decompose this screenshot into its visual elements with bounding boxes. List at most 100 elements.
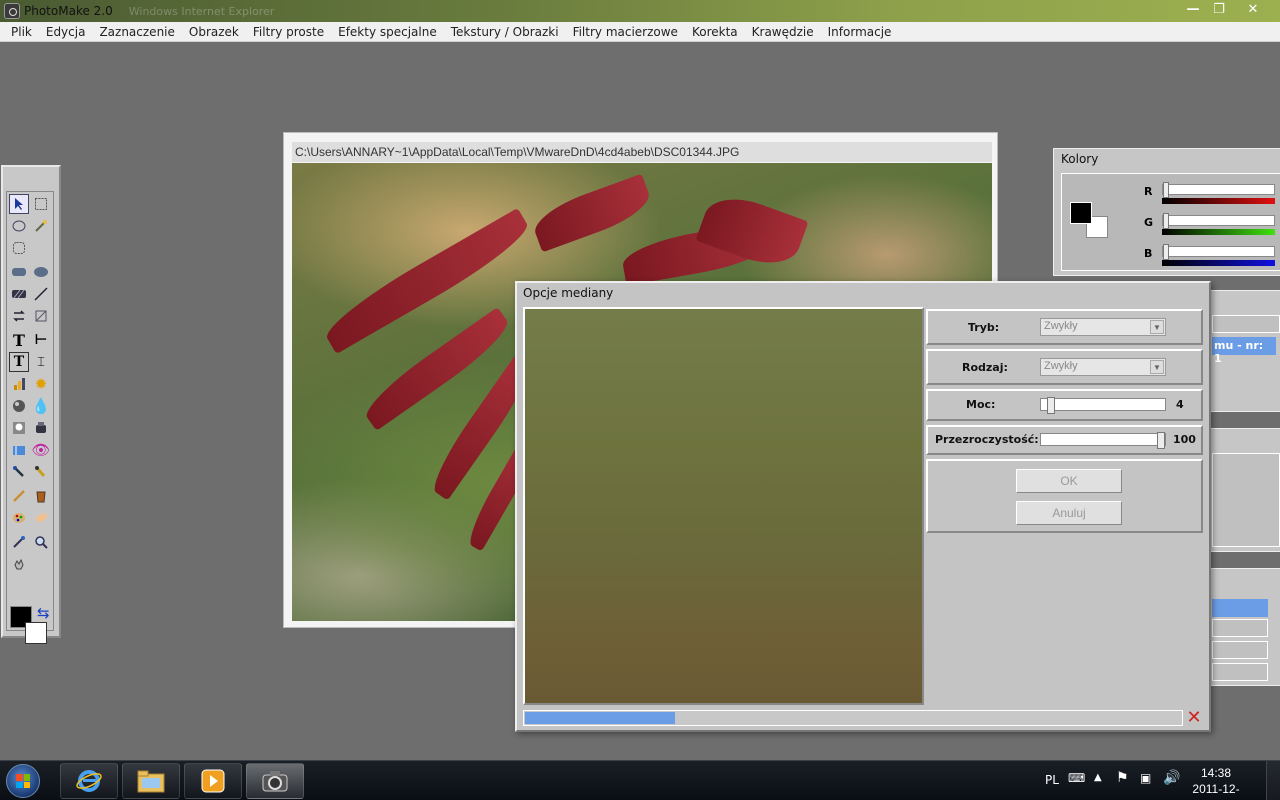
app-camera-icon: [4, 3, 20, 19]
swap-colors-icon[interactable]: ⇆: [37, 604, 50, 622]
media-player-icon[interactable]: [184, 763, 242, 799]
opacity-slider-thumb[interactable]: [1157, 432, 1165, 449]
menu-special-effects[interactable]: Efekty specjalne: [331, 25, 444, 39]
pen-tool-icon[interactable]: [9, 462, 29, 482]
menu-correction[interactable]: Korekta: [685, 25, 745, 39]
kind-row: Rodzaj: Zwykły ▼: [926, 349, 1203, 385]
green-slider-thumb[interactable]: [1163, 213, 1169, 229]
dialog-close-icon[interactable]: ✕: [1185, 709, 1203, 727]
ellipse-tool-icon[interactable]: [31, 262, 51, 282]
kind-select[interactable]: Zwykły ▼: [1040, 358, 1166, 376]
rounded-rect-tool-icon[interactable]: [9, 262, 29, 282]
red-slider-thumb[interactable]: [1163, 182, 1169, 198]
red-slider[interactable]: [1162, 184, 1275, 195]
language-indicator[interactable]: PL: [1045, 773, 1059, 787]
hand-tool-icon[interactable]: [9, 554, 29, 574]
action-center-flag-icon[interactable]: ⚑: [1116, 770, 1129, 786]
show-desktop-button[interactable]: [1266, 761, 1280, 800]
histogram-tool-icon[interactable]: [9, 374, 29, 394]
magic-wand-tool-icon[interactable]: [31, 216, 51, 236]
resize-tool-icon[interactable]: ⌶: [31, 352, 51, 372]
green-channel-row: G 0: [1132, 213, 1278, 241]
green-slider[interactable]: [1162, 215, 1275, 226]
menu-bar: Plik Edycja Zaznaczenie Obrazek Filtry p…: [0, 22, 1280, 42]
navigator-row[interactable]: [1212, 663, 1268, 681]
menu-file[interactable]: Plik: [4, 25, 39, 39]
pattern-fill-tool-icon[interactable]: [9, 284, 29, 304]
eraser-tool-icon[interactable]: [31, 508, 51, 528]
history-item-selected[interactable]: mu - nr: 1: [1212, 337, 1276, 365]
image-path: C:\Users\ANNARY~1\AppData\Local\Temp\VMw…: [292, 142, 992, 162]
menu-selection[interactable]: Zaznaczenie: [92, 25, 181, 39]
menu-image[interactable]: Obrazek: [182, 25, 246, 39]
palette-tool-icon[interactable]: [9, 508, 29, 528]
panel-foreground-swatch[interactable]: [1070, 202, 1092, 224]
navigator-panel: [1203, 568, 1280, 686]
mode-select[interactable]: Zwykły ▼: [1040, 318, 1166, 336]
background-color-swatch[interactable]: [25, 622, 47, 644]
explorer-folder-icon[interactable]: [122, 763, 180, 799]
clock[interactable]: 14:38 2011-12-05: [1188, 765, 1244, 800]
layers-panel: [1203, 428, 1280, 552]
flip-tool-icon[interactable]: [9, 306, 29, 326]
measure-tool-icon[interactable]: ⊢: [31, 330, 51, 350]
line-tool-icon[interactable]: [31, 284, 51, 304]
internet-explorer-icon[interactable]: [60, 763, 118, 799]
brightness-tool-icon[interactable]: ✹: [31, 374, 51, 394]
close-window-button[interactable]: ✕: [1232, 0, 1274, 19]
dialog-title: Opcje mediany: [523, 286, 614, 300]
power-slider[interactable]: [1040, 397, 1166, 414]
show-hidden-icons-icon[interactable]: ▲: [1094, 772, 1102, 783]
blue-channel-row: B 0: [1132, 244, 1278, 272]
ellipse-select-tool-icon[interactable]: [9, 216, 29, 236]
cancel-button[interactable]: Anuluj: [1016, 501, 1122, 525]
eyedropper-tool-icon[interactable]: [9, 532, 29, 552]
power-slider-thumb[interactable]: [1047, 397, 1055, 414]
navigator-row[interactable]: [1212, 641, 1268, 659]
clock-date: 2011-12-05: [1192, 782, 1240, 800]
keyboard-icon[interactable]: ⌨: [1068, 771, 1085, 785]
text-box-tool-icon[interactable]: T: [9, 352, 29, 372]
maximize-button[interactable]: ❐: [1206, 0, 1232, 19]
history-panel: mu - nr: 1: [1203, 290, 1280, 412]
red-label: R: [1144, 185, 1153, 198]
chevron-down-icon[interactable]: ▼: [1150, 360, 1164, 374]
bucket-tool-icon[interactable]: [31, 486, 51, 506]
menu-simple-filters[interactable]: Filtry proste: [246, 25, 331, 39]
text-tool-icon[interactable]: T: [9, 330, 29, 350]
ok-button[interactable]: OK: [1016, 469, 1122, 493]
layers-tool-icon[interactable]: [9, 440, 29, 460]
bulb-tool-icon[interactable]: [9, 418, 29, 438]
pointer-tool-icon[interactable]: [9, 194, 29, 214]
windows-logo-icon: [16, 774, 30, 788]
start-button[interactable]: [6, 764, 40, 798]
network-icon[interactable]: ▣: [1140, 771, 1151, 785]
photomake-camera-icon[interactable]: [246, 763, 304, 799]
blue-slider-thumb[interactable]: [1163, 244, 1169, 260]
pencil-tool-icon[interactable]: [9, 486, 29, 506]
sphere-tool-icon[interactable]: [9, 396, 29, 416]
crop-tool-icon[interactable]: [31, 306, 51, 326]
brush-tool-icon[interactable]: [31, 462, 51, 482]
menu-matrix-filters[interactable]: Filtry macierzowe: [566, 25, 685, 39]
menu-info[interactable]: Informacje: [821, 25, 899, 39]
zoom-tool-icon[interactable]: [31, 532, 51, 552]
eye-tool-icon[interactable]: 👁: [31, 440, 51, 460]
menu-edges[interactable]: Krawędzie: [745, 25, 821, 39]
opacity-value: 100: [1173, 433, 1196, 446]
navigator-row[interactable]: [1212, 619, 1268, 637]
minimize-button[interactable]: —: [1180, 0, 1206, 19]
menu-textures[interactable]: Tekstury / Obrazki: [444, 25, 566, 39]
volume-icon[interactable]: 🔊: [1163, 770, 1180, 786]
blue-slider[interactable]: [1162, 246, 1275, 257]
lasso-select-tool-icon[interactable]: [9, 238, 29, 258]
opacity-slider[interactable]: [1040, 432, 1166, 449]
ghost-window-title: Windows Internet Explorer: [128, 4, 275, 18]
navigator-selected-row[interactable]: [1212, 599, 1268, 617]
power-row: Moc: 4: [926, 389, 1203, 421]
chevron-down-icon[interactable]: ▼: [1150, 320, 1164, 334]
drop-tool-icon[interactable]: 💧: [31, 396, 51, 416]
stamp-tool-icon[interactable]: [31, 418, 51, 438]
rect-select-tool-icon[interactable]: [31, 194, 51, 214]
menu-edit[interactable]: Edycja: [39, 25, 93, 39]
